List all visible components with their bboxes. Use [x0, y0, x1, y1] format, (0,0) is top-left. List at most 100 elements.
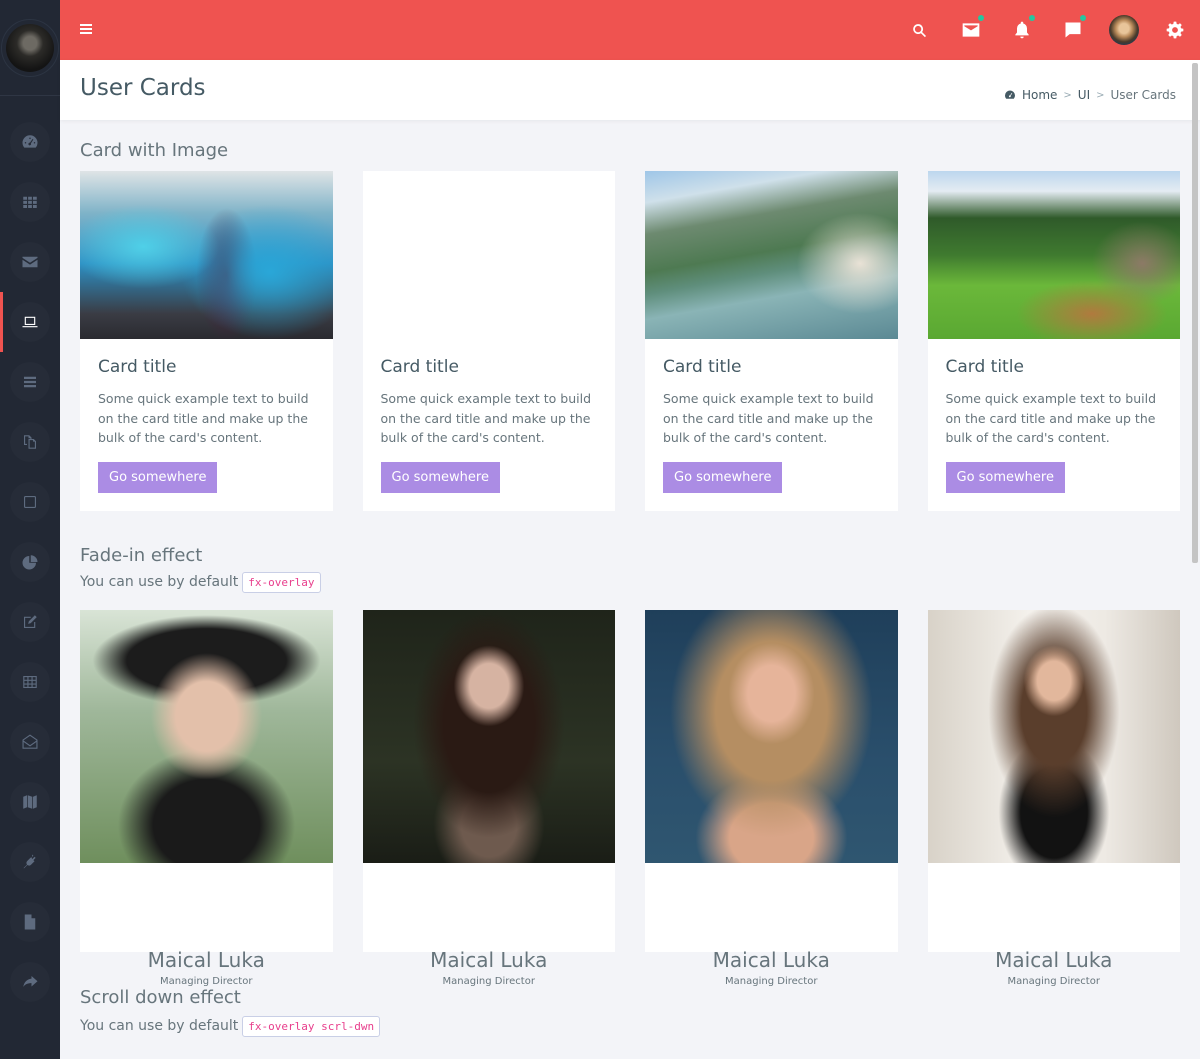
- person-photo: [927, 609, 1180, 863]
- sidebar-item-copy[interactable]: [0, 412, 60, 472]
- image-cards-row: Card title Some quick example text to bu…: [80, 171, 1180, 511]
- person-name: Maical Luka: [147, 947, 265, 972]
- section-title-fade-in: Fade-in effect: [80, 544, 203, 566]
- sidebar-item-tables[interactable]: [0, 652, 60, 712]
- breadcrumb-separator: >: [1063, 89, 1072, 101]
- image-card: Card title Some quick example text to bu…: [927, 171, 1180, 511]
- menu-toggle-icon[interactable]: [80, 24, 92, 36]
- user-avatar: [1108, 15, 1139, 45]
- card-image: [927, 171, 1180, 339]
- sidebar-item-forms[interactable]: [0, 472, 60, 532]
- sidebar-item-dashboard[interactable]: [0, 112, 60, 172]
- laptop-icon: [22, 316, 38, 328]
- sidebar-item-maps[interactable]: [0, 772, 60, 832]
- person-card[interactable]: Maical Luka Managing Director: [362, 609, 615, 987]
- nav-circle: [10, 302, 50, 342]
- image-card: Card title Some quick example text to bu…: [362, 171, 615, 511]
- person-role: Managing Director: [160, 975, 253, 987]
- subtitle-text: You can use by default: [80, 1018, 239, 1034]
- breadcrumb-home[interactable]: Home: [1022, 88, 1057, 102]
- topbar-actions: [894, 0, 1200, 60]
- go-somewhere-button[interactable]: Go somewhere: [945, 461, 1065, 493]
- section-title-card-with-image: Card with Image: [80, 140, 229, 161]
- notification-dot: [1080, 15, 1086, 21]
- person-photo: [645, 609, 898, 863]
- settings-button[interactable]: [1149, 0, 1200, 60]
- go-somewhere-button[interactable]: Go somewhere: [380, 461, 500, 493]
- card-overlay-area: [362, 862, 615, 952]
- nav-circle: [10, 722, 50, 762]
- card-text: Some quick example text to build on the …: [945, 391, 1157, 445]
- nav-circle: [10, 842, 50, 882]
- profile-avatar[interactable]: [6, 23, 54, 72]
- nav-circle: [10, 182, 50, 222]
- main-content: Card with Image Card title Some quick ex…: [80, 120, 1180, 1037]
- sidebar-item-apps[interactable]: [0, 172, 60, 232]
- table-icon: [23, 676, 37, 688]
- person-name: Maical Luka: [995, 947, 1113, 972]
- sidebar-item-share[interactable]: [0, 952, 60, 1012]
- fade-in-subtitle: You can use by default fx-overlay: [80, 571, 1180, 593]
- subtitle-text: You can use by default: [80, 574, 239, 590]
- card-image: [645, 171, 898, 339]
- card-overlay-area: [80, 862, 333, 952]
- topbar: [60, 0, 1200, 60]
- profile-ring: [1, 18, 59, 77]
- go-somewhere-button[interactable]: Go somewhere: [663, 461, 783, 493]
- breadcrumb-current: User Cards: [1110, 88, 1177, 102]
- breadcrumb-ui[interactable]: UI: [1078, 88, 1090, 102]
- list-icon: [24, 376, 36, 388]
- sidebar-item-charts[interactable]: [0, 532, 60, 592]
- notifications-button[interactable]: [996, 0, 1047, 60]
- class-code: fx-overlay: [242, 571, 321, 593]
- person-card[interactable]: Maical Luka Managing Director: [927, 609, 1180, 987]
- share-icon: [23, 976, 38, 987]
- person-name: Maical Luka: [430, 947, 548, 972]
- nav-circle: [10, 542, 50, 582]
- envelope-icon: [22, 256, 38, 268]
- scroll-down-subtitle: You can use by default fx-overlay scrl-d…: [80, 1015, 1180, 1037]
- nav-circle: [10, 422, 50, 462]
- messages-button[interactable]: [945, 0, 996, 60]
- sidebar-item-list[interactable]: [0, 352, 60, 412]
- sidebar-nav: [0, 112, 60, 1012]
- page-header: User Cards Home > UI > User Cards: [60, 60, 1200, 120]
- dashboard-icon: [1004, 90, 1015, 99]
- person-cards-row: Maical Luka Managing Director Maical Luk…: [80, 609, 1180, 987]
- file-icon: [24, 914, 36, 930]
- sidebar-item-inbox[interactable]: [0, 712, 60, 772]
- apps-grid-icon: [23, 196, 37, 208]
- class-code: fx-overlay scrl-dwn: [242, 1015, 381, 1037]
- sidebar-item-edit[interactable]: [0, 592, 60, 652]
- card-text: Some quick example text to build on the …: [380, 391, 592, 445]
- sidebar-item-email[interactable]: [0, 232, 60, 292]
- go-somewhere-button[interactable]: Go somewhere: [98, 461, 218, 493]
- nav-circle: [10, 122, 50, 162]
- mail-icon: [962, 23, 979, 37]
- card-text: Some quick example text to build on the …: [98, 391, 309, 445]
- sidebar-item-plugins[interactable]: [0, 832, 60, 892]
- nav-circle: [10, 962, 50, 1002]
- card-overlay-area: [645, 862, 898, 952]
- card-title: Card title: [945, 357, 1024, 377]
- page-scrollbar[interactable]: [1192, 63, 1198, 563]
- edit-icon: [24, 615, 37, 628]
- section-title-scroll-down: Scroll down effect: [80, 986, 241, 1008]
- search-button[interactable]: [894, 0, 945, 60]
- sidebar-item-ui[interactable]: [0, 292, 60, 352]
- dashboard-icon: [22, 135, 38, 148]
- card-image: [362, 171, 615, 339]
- page-title: User Cards: [80, 75, 206, 101]
- person-card[interactable]: Maical Luka Managing Director: [645, 609, 898, 987]
- person-card[interactable]: Maical Luka Managing Director: [80, 609, 333, 987]
- sidebar-profile: [0, 0, 60, 96]
- person-photo: [362, 609, 615, 863]
- sidebar-item-pages[interactable]: [0, 892, 60, 952]
- chat-button[interactable]: [1047, 0, 1098, 60]
- person-name: Maical Luka: [712, 947, 830, 972]
- user-menu-button[interactable]: [1098, 0, 1149, 60]
- pie-chart-icon: [22, 555, 38, 570]
- card-body: Card title Some quick example text to bu…: [645, 339, 898, 511]
- search-icon: [913, 23, 927, 37]
- gear-icon: [1166, 21, 1183, 39]
